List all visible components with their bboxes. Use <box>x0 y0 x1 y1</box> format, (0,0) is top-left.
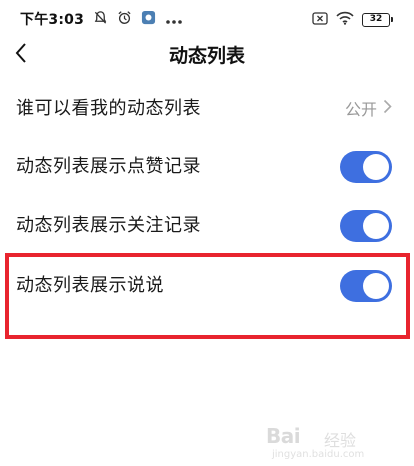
chevron-right-icon <box>383 99 392 118</box>
setting-label: 谁可以看我的动态列表 <box>16 98 201 119</box>
more-dots-icon <box>165 10 183 29</box>
nav-bar: 动态列表 <box>0 34 414 76</box>
setting-row-visibility[interactable]: 谁可以看我的动态列表 公开 <box>0 79 414 137</box>
setting-label: 动态列表展示点赞记录 <box>16 156 201 177</box>
status-time: 下午3:03 <box>20 12 85 28</box>
mute-bell-icon <box>93 10 108 29</box>
setting-row-show-likes: 动态列表展示点赞记录 <box>0 137 414 195</box>
watermark-brand-suffix: 经验 <box>324 431 357 450</box>
status-bar: 下午3:03 32 <box>0 0 414 34</box>
sim-off-icon <box>312 10 328 29</box>
toggle-knob <box>363 154 389 180</box>
show-follows-toggle[interactable] <box>340 210 392 242</box>
visibility-value: 公开 <box>344 100 377 119</box>
show-likes-toggle[interactable] <box>340 151 392 183</box>
baidu-jingyan-watermark: Bai 经验 jingyan.baidu.com <box>266 424 396 462</box>
highlight-annotation-box <box>5 253 410 339</box>
status-left: 下午3:03 <box>20 9 183 29</box>
alarm-icon <box>117 10 132 29</box>
visibility-selector[interactable]: 公开 <box>345 96 392 120</box>
watermark-url: jingyan.baidu.com <box>272 449 365 460</box>
battery-icon: 32 <box>362 12 393 27</box>
setting-row-show-follows: 动态列表展示关注记录 <box>0 196 414 254</box>
toggle-knob <box>363 213 389 239</box>
watermark-brand: Bai <box>266 424 301 448</box>
setting-label: 动态列表展示关注记录 <box>16 215 201 236</box>
wifi-icon <box>336 10 354 29</box>
app-notification-icon <box>141 10 156 29</box>
status-right: 32 <box>312 10 393 29</box>
page-title: 动态列表 <box>168 45 245 67</box>
